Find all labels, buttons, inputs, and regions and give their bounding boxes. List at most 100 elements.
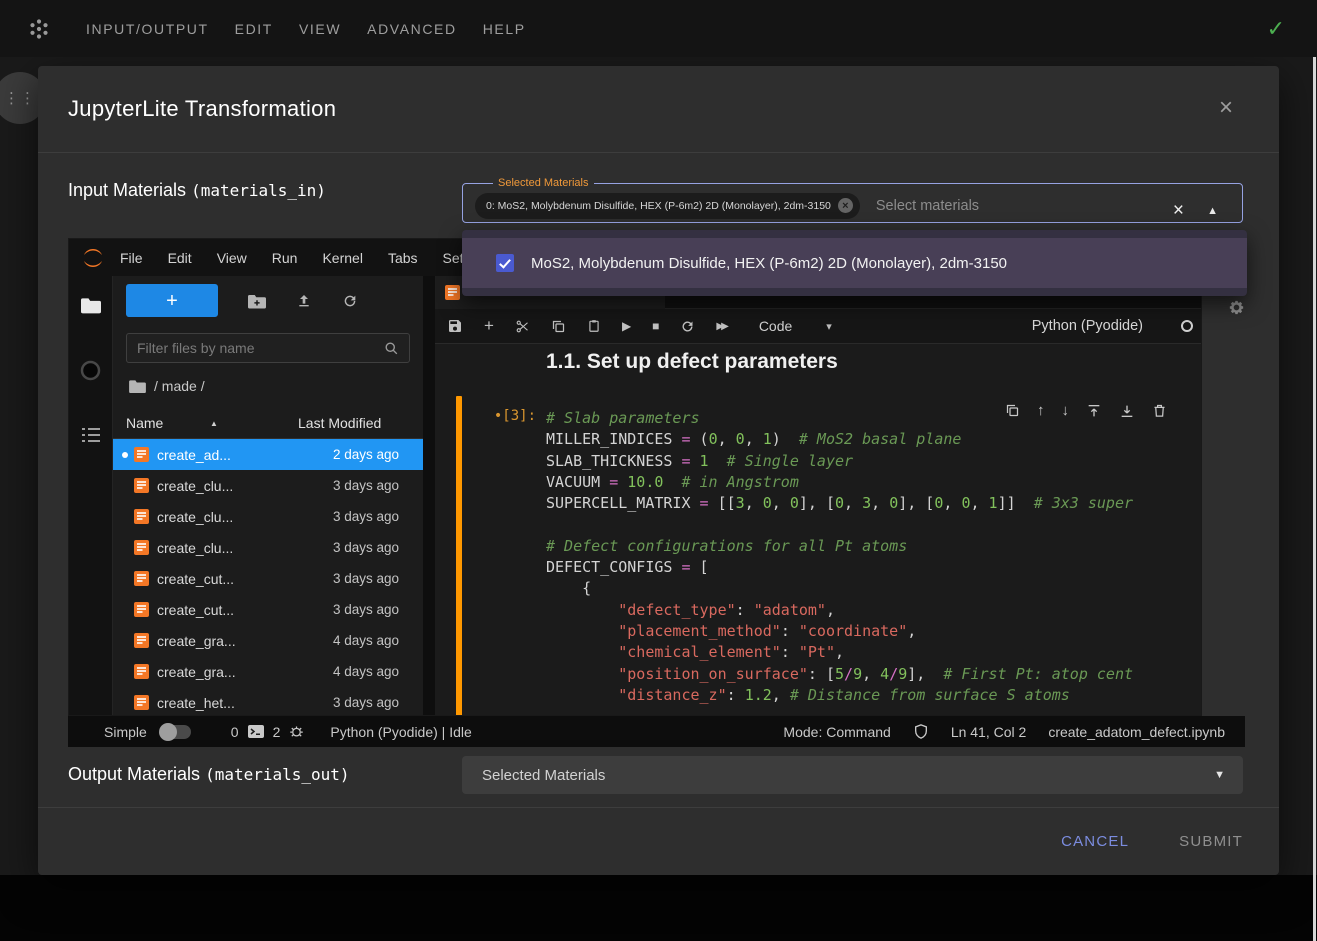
running-kernels-icon[interactable] (80, 360, 101, 381)
insert-cell-icon[interactable]: + (484, 316, 494, 336)
cell-type-dropdown[interactable]: Code ▾ (759, 318, 832, 334)
stop-icon[interactable]: ■ (652, 319, 659, 333)
file-row[interactable]: create_cut... 3 days ago (113, 563, 423, 594)
file-filter[interactable] (126, 333, 410, 363)
paste-icon[interactable] (587, 318, 601, 334)
file-browser-tab-icon[interactable] (81, 296, 101, 314)
breadcrumb-path: / made / (154, 378, 205, 394)
top-menu: INPUT/OUTPUT EDIT VIEW ADVANCED HELP (86, 21, 526, 37)
notebook-file-icon (445, 285, 460, 300)
output-materials-select[interactable]: Selected Materials ▼ (462, 756, 1243, 794)
file-name: create_het... (157, 695, 235, 711)
file-name: create_cut... (157, 571, 234, 587)
file-row[interactable]: create_gra...4 days ago (113, 656, 423, 687)
checkbox-checked-icon[interactable] (496, 254, 514, 272)
restart-kernel-icon[interactable] (680, 319, 695, 334)
top-menu-item[interactable]: EDIT (235, 21, 273, 37)
insert-cell-above-icon[interactable] (1086, 403, 1102, 419)
file-row[interactable]: create_clu... 3 days ago (113, 532, 423, 563)
execution-count: [3]: (502, 408, 536, 424)
new-folder-icon[interactable] (248, 293, 266, 309)
insert-cell-below-icon[interactable] (1119, 403, 1135, 419)
input-materials-text: Input Materials (68, 180, 191, 200)
file-modified: 3 days ago (333, 571, 399, 586)
dropdown-open-icon[interactable]: ▲ (1207, 205, 1218, 217)
file-name: create_ad... (157, 447, 231, 463)
cursor-position[interactable]: Ln 41, Col 2 (951, 724, 1027, 740)
save-icon[interactable] (447, 318, 463, 334)
material-chip-label: 0: MoS2, Molybdenum Disulfide, HEX (P-6m… (486, 200, 831, 212)
materials-select-field[interactable]: Selected Materials 0: MoS2, Molybdenum D… (462, 177, 1243, 223)
jupyter-status-bar: Simple 0 2 Python (Pyodide) | Idle Mode:… (68, 716, 1245, 747)
notebook-file-icon (134, 571, 149, 586)
open-file-dot (122, 452, 128, 458)
close-icon[interactable]: × (1219, 94, 1233, 122)
kernel-bug-icon (289, 724, 304, 739)
file-row[interactable]: create_clu...3 days ago (113, 470, 423, 501)
notebook-file-icon (134, 447, 149, 462)
file-filter-input[interactable] (137, 340, 384, 356)
file-modified: 3 days ago (333, 540, 399, 555)
file-row[interactable]: create_ad...2 days ago (113, 439, 423, 470)
input-materials-variable: (materials_in) (191, 181, 326, 200)
move-cell-down-icon[interactable]: ↓ (1062, 402, 1070, 419)
gear-icon[interactable] (1228, 299, 1245, 316)
file-row[interactable]: create_cut...3 days ago (113, 594, 423, 625)
top-menu-item[interactable]: HELP (483, 21, 526, 37)
code-lines[interactable]: # Slab parametersMILLER_INDICES = (0, 0,… (546, 408, 1133, 706)
active-cell-indicator (456, 396, 462, 716)
jupyter-menu-item[interactable]: Run (272, 250, 298, 266)
material-chip[interactable]: 0: MoS2, Molybdenum Disulfide, HEX (P-6m… (475, 193, 860, 219)
jupyter-menu-item[interactable]: File (120, 250, 143, 266)
file-row[interactable]: create_het... 3 days ago (113, 687, 423, 716)
commit-check-icon[interactable]: ✓ (1267, 16, 1285, 42)
file-name: create_clu... (157, 509, 233, 525)
clear-selection-icon[interactable]: × (1173, 200, 1184, 222)
column-last-modified[interactable]: Last Modified (298, 415, 381, 431)
jupyter-menu-item[interactable]: Tabs (388, 250, 418, 266)
kernels-count: 2 (273, 724, 281, 740)
trust-shield-icon (913, 723, 929, 740)
material-option[interactable]: MoS2, Molybdenum Disulfide, HEX (P-6m2) … (462, 238, 1247, 288)
run-icon[interactable]: ▶ (622, 319, 631, 333)
simple-mode-toggle[interactable] (161, 725, 191, 739)
command-mode-label: Mode: Command (783, 724, 890, 740)
output-materials-label: Output Materials (materials_out) (68, 764, 350, 785)
file-row[interactable]: create_gra...4 days ago (113, 625, 423, 656)
jupyter-menu-item[interactable]: Kernel (322, 250, 362, 266)
file-modified: 3 days ago (333, 695, 399, 710)
running-sessions[interactable]: 0 2 (231, 724, 305, 740)
column-name[interactable]: Name (126, 415, 163, 431)
move-cell-up-icon[interactable]: ↑ (1037, 402, 1045, 419)
breadcrumb[interactable]: / made / (129, 378, 205, 394)
upload-icon[interactable] (296, 293, 312, 309)
delete-cell-icon[interactable] (1152, 403, 1167, 418)
kernel-status[interactable]: Python (Pyodide) | Idle (330, 724, 471, 740)
kernel-switcher[interactable]: Python (Pyodide) (1032, 318, 1197, 334)
cut-icon[interactable] (515, 319, 530, 334)
dialog-footer: CANCEL SUBMIT (38, 807, 1279, 875)
jupyter-menu-item[interactable]: View (217, 250, 247, 266)
file-name: create_clu... (157, 540, 233, 556)
chip-delete-icon[interactable]: × (838, 198, 853, 213)
jupyter-menu-item[interactable]: Edit (168, 250, 192, 266)
page-scrollbar[interactable] (1313, 57, 1316, 941)
top-menu-item[interactable]: ADVANCED (367, 21, 457, 37)
notebook-content[interactable]: 1.1. Set up defect parameters •[3]: # Sl… (435, 344, 1202, 716)
cancel-button[interactable]: CANCEL (1061, 833, 1129, 850)
panel-splitter[interactable] (423, 276, 435, 716)
material-option-label: MoS2, Molybdenum Disulfide, HEX (P-6m2) … (531, 255, 1007, 272)
duplicate-cell-icon[interactable] (1005, 403, 1020, 418)
notebook-file-icon (134, 540, 149, 555)
notebook-file-icon (134, 478, 149, 493)
execution-prompt: •[3]: (463, 408, 536, 424)
file-row[interactable]: create_clu...3 days ago (113, 501, 423, 532)
copy-icon[interactable] (551, 319, 566, 334)
top-menu-item[interactable]: VIEW (299, 21, 341, 37)
refresh-icon[interactable] (342, 293, 358, 309)
table-of-contents-icon[interactable] (82, 427, 100, 443)
top-menu-item[interactable]: INPUT/OUTPUT (86, 21, 209, 37)
restart-run-all-icon[interactable]: ▶▶ (716, 321, 725, 332)
submit-button[interactable]: SUBMIT (1179, 833, 1243, 850)
new-launcher-button[interactable]: + (126, 284, 218, 317)
